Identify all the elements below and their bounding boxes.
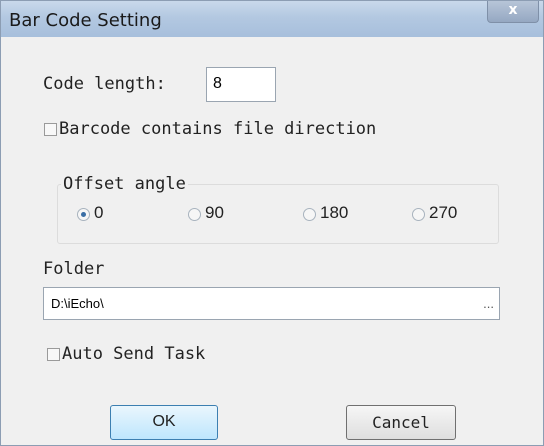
offset-radio-270-label[interactable]: 270: [429, 203, 457, 223]
offset-radio-90-label[interactable]: 90: [205, 203, 224, 223]
browse-button[interactable]: ...: [483, 296, 494, 311]
ok-button[interactable]: OK: [110, 405, 218, 440]
auto-send-label[interactable]: Auto Send Task: [62, 344, 205, 364]
close-button[interactable]: x: [487, 1, 539, 23]
offset-radio-0[interactable]: [77, 208, 90, 221]
folder-path-value: D:\iEcho\: [51, 296, 104, 311]
code-length-value: 8: [213, 75, 222, 92]
title-bar[interactable]: Bar Code Setting x: [1, 1, 543, 37]
offset-radio-90[interactable]: [188, 208, 201, 221]
cancel-button[interactable]: Cancel: [346, 405, 456, 440]
offset-angle-legend: Offset angle: [61, 174, 188, 194]
code-length-label: Code length:: [43, 74, 166, 94]
direction-checkbox-label[interactable]: Barcode contains file direction: [59, 119, 376, 139]
auto-send-checkbox[interactable]: [47, 348, 60, 361]
cancel-button-label: Cancel: [372, 413, 430, 432]
offset-radio-270[interactable]: [412, 208, 425, 221]
folder-input[interactable]: D:\iEcho\ ...: [43, 287, 500, 320]
folder-label: Folder: [43, 259, 105, 279]
close-icon: x: [508, 2, 518, 18]
ok-button-label: OK: [152, 413, 176, 430]
offset-radio-180[interactable]: [303, 208, 316, 221]
direction-checkbox[interactable]: [44, 123, 57, 136]
offset-radio-180-label[interactable]: 180: [320, 203, 348, 223]
dialog-window: Bar Code Setting x Code length: 8 Barcod…: [0, 0, 544, 446]
offset-radio-0-label[interactable]: 0: [94, 203, 103, 223]
code-length-input[interactable]: 8: [206, 67, 276, 102]
window-title: Bar Code Setting: [9, 10, 162, 31]
